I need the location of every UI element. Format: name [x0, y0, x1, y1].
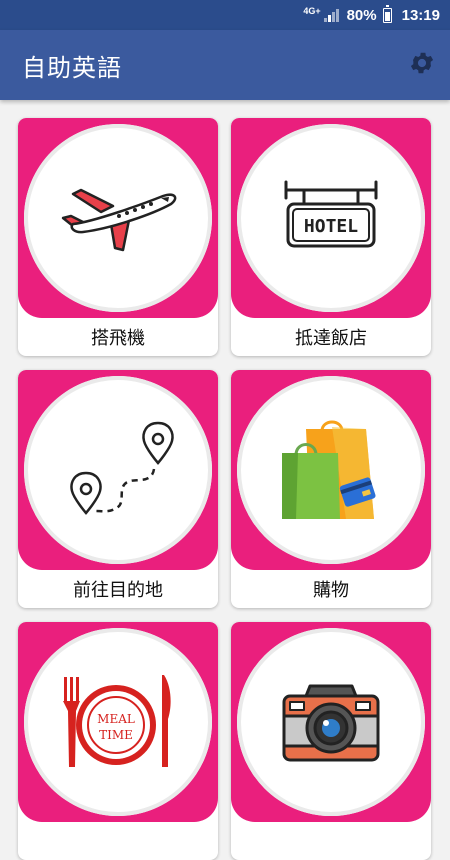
card-thumbnail: HOTEL	[231, 118, 431, 318]
signal-icon	[323, 8, 339, 22]
category-card-destination[interactable]: 前往目的地	[18, 370, 218, 608]
category-label: 前往目的地	[73, 580, 163, 601]
icon-circle	[237, 628, 425, 816]
category-card-hotel[interactable]: HOTEL 抵達飯店	[231, 118, 431, 356]
category-label: 抵達飯店	[295, 328, 367, 349]
category-label	[18, 822, 218, 860]
battery-percent: 80%	[346, 6, 377, 24]
clock: 13:19	[401, 6, 440, 24]
category-card-meal[interactable]: MEAL TIME	[18, 622, 218, 860]
icon-circle: HOTEL	[237, 124, 425, 312]
category-card-airplane[interactable]: 搭飛機	[18, 118, 218, 356]
icon-circle	[24, 124, 212, 312]
card-thumbnail	[18, 370, 218, 570]
category-card-shopping[interactable]: 購物	[231, 370, 431, 608]
category-label: 搭飛機	[91, 328, 145, 349]
meal-plate-icon: MEAL TIME	[63, 675, 171, 767]
shopping-bags-icon	[282, 420, 376, 519]
card-thumbnail	[18, 118, 218, 318]
network-indicator: 4G+	[303, 6, 321, 16]
category-grid: 搭飛機 HOTEL 抵達飯店 前往目的地 購物 MEAL TIME	[18, 118, 432, 860]
gear-icon[interactable]	[408, 49, 436, 81]
category-card-camera[interactable]	[231, 622, 431, 860]
camera-icon	[282, 684, 380, 762]
meal-text-1: MEAL	[97, 712, 135, 726]
map-route-icon	[70, 421, 174, 515]
airplane-icon	[61, 188, 177, 252]
hotel-sign-icon: HOTEL	[284, 180, 378, 248]
battery-icon	[382, 4, 392, 23]
hotel-sign-text: HOTEL	[304, 216, 358, 237]
category-label: 購物	[313, 580, 349, 601]
meal-text-2: TIME	[99, 728, 133, 742]
card-thumbnail: MEAL TIME	[18, 622, 218, 822]
app-title: 自助英語	[22, 53, 122, 82]
category-label	[231, 822, 431, 860]
icon-circle: MEAL TIME	[24, 628, 212, 816]
app-bar: 自助英語	[0, 30, 450, 100]
status-bar: 4G+ 80% 13:19	[0, 0, 450, 30]
icon-circle	[237, 376, 425, 564]
card-thumbnail	[231, 622, 431, 822]
icon-circle	[24, 376, 212, 564]
card-thumbnail	[231, 370, 431, 570]
